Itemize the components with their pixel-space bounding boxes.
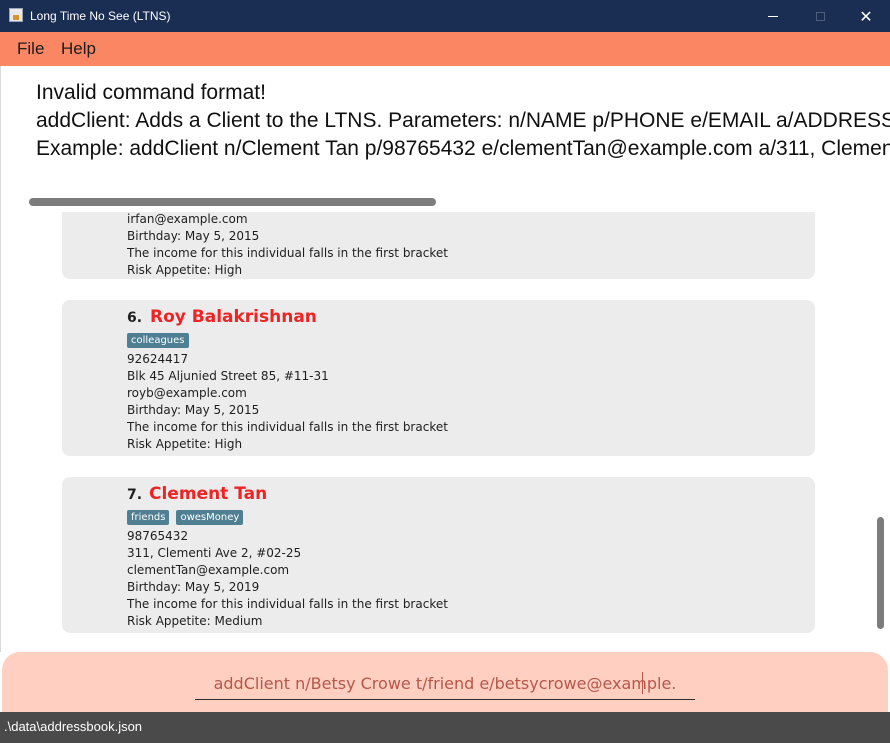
tag: owesMoney: [176, 510, 244, 525]
client-address: Blk 45 Aljunied Street 85, #11-31: [127, 369, 329, 383]
client-list: irfan@example.com Birthday: May 5, 2015 …: [0, 212, 890, 652]
maximize-icon: [815, 11, 825, 21]
client-income: The income for this individual falls in …: [127, 420, 448, 434]
tag: colleagues: [127, 333, 189, 348]
save-location: .\data\addressbook.json: [4, 719, 143, 734]
client-index: 7.: [127, 487, 143, 503]
result-display: Invalid command format! addClient: Adds …: [0, 66, 890, 212]
client-card[interactable]: irfan@example.com Birthday: May 5, 2015 …: [62, 212, 815, 279]
tag-list: friends owesMoney: [127, 510, 244, 525]
client-birthday: Birthday: May 5, 2015: [127, 229, 260, 243]
client-email: royb@example.com: [127, 386, 247, 400]
client-email: clementTan@example.com: [127, 563, 290, 577]
maximize-button[interactable]: [797, 0, 843, 32]
client-address: 311, Clementi Ave 2, #02-25: [127, 546, 302, 560]
close-icon: ✕: [859, 6, 873, 26]
minimize-icon: [768, 15, 778, 17]
tag: friends: [127, 510, 170, 525]
client-birthday: Birthday: May 5, 2019: [127, 580, 260, 594]
menu-help[interactable]: Help: [61, 39, 96, 59]
menu-file[interactable]: File: [17, 39, 44, 59]
command-input[interactable]: [195, 668, 695, 700]
list-vertical-scrollbar[interactable]: [877, 517, 884, 629]
text-caret: [642, 672, 643, 694]
client-income: The income for this individual falls in …: [127, 246, 448, 260]
menu-bar: File Help: [0, 32, 890, 66]
window-titlebar: Long Time No See (LTNS) ✕: [0, 0, 890, 32]
client-card[interactable]: 7. Clement Tan friends owesMoney 9876543…: [62, 477, 815, 633]
result-horizontal-scrollbar[interactable]: [29, 198, 436, 206]
result-line-example: Example: addClient n/Clement Tan p/98765…: [36, 137, 890, 160]
client-risk: Risk Appetite: High: [127, 437, 243, 451]
result-line-error: Invalid command format!: [36, 81, 266, 104]
client-income: The income for this individual falls in …: [127, 597, 448, 611]
client-index: 6.: [127, 310, 143, 326]
client-birthday: Birthday: May 5, 2015: [127, 403, 260, 417]
client-name: Roy Balakrishnan: [150, 307, 317, 327]
client-phone: 98765432: [127, 529, 189, 543]
result-line-usage: addClient: Adds a Client to the LTNS. Pa…: [36, 109, 890, 132]
client-risk: Risk Appetite: High: [127, 263, 243, 277]
client-card[interactable]: 6. Roy Balakrishnan colleagues 92624417 …: [62, 300, 815, 456]
client-email: irfan@example.com: [127, 212, 248, 226]
status-bar: .\data\addressbook.json: [0, 712, 890, 743]
minimize-button[interactable]: [750, 0, 796, 32]
close-button[interactable]: ✕: [843, 0, 889, 32]
tag-list: colleagues: [127, 333, 189, 348]
app-icon: [9, 8, 23, 22]
client-risk: Risk Appetite: Medium: [127, 614, 263, 628]
client-phone: 92624417: [127, 352, 189, 366]
command-box: [2, 652, 888, 712]
client-name: Clement Tan: [149, 484, 268, 504]
window-title: Long Time No See (LTNS): [30, 9, 171, 23]
